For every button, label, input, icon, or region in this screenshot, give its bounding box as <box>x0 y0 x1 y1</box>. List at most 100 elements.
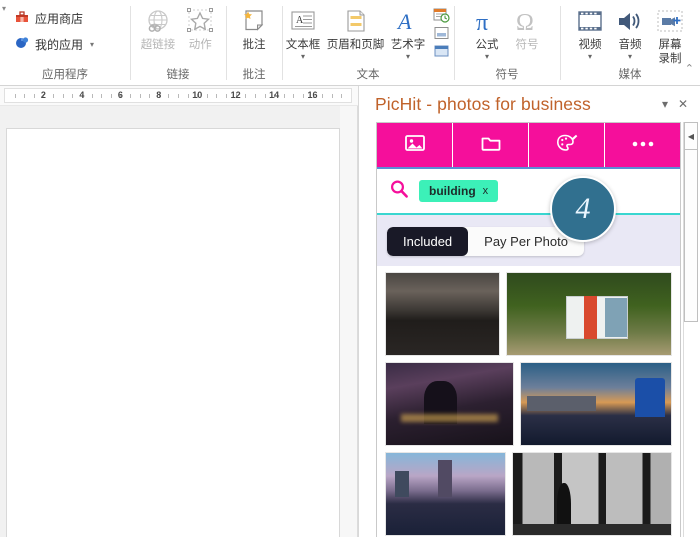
text-box-button[interactable]: A 文本框 ▾ <box>282 4 324 61</box>
audio-button[interactable]: 音频 ▾ <box>610 4 650 61</box>
svg-text:A: A <box>296 15 304 26</box>
photo-waterfront-sunset[interactable] <box>385 452 506 536</box>
video-label: 视频 <box>578 39 602 51</box>
palette-icon <box>555 132 579 159</box>
photos-tab[interactable] <box>377 123 453 167</box>
photo-city-skyline-night[interactable] <box>385 272 500 356</box>
comment-label: 批注 <box>242 39 266 51</box>
ribbon-group-comments-label: 批注 <box>242 69 266 81</box>
ribbon-group-symbols-label: 符号 <box>495 69 519 81</box>
folders-tab[interactable] <box>453 123 529 167</box>
collapse-ribbon-icon[interactable]: ⌃ <box>685 62 694 75</box>
equation-button[interactable]: π 公式 ▾ <box>467 4 507 61</box>
store-button[interactable]: 应用商店 <box>10 7 98 30</box>
word-art-caret-icon[interactable]: ▾ <box>406 53 410 61</box>
symbol-icon: Ω <box>512 6 542 38</box>
scrollbar-track[interactable] <box>684 150 698 537</box>
equation-caret-icon[interactable]: ▾ <box>485 53 489 61</box>
text-box-caret-icon[interactable]: ▾ <box>301 53 305 61</box>
svg-text:A: A <box>396 9 412 34</box>
screen-recording-icon <box>655 6 685 38</box>
ribbon-group-symbols-body: π 公式 ▾ Ω 符号 <box>454 0 560 66</box>
word-art-button[interactable]: A 艺术字 ▾ <box>387 4 429 61</box>
document-area[interactable] <box>0 106 358 537</box>
ribbon: ▾ 应用商店 我的应用 ▾ 应用程序 超链接 动作 链接 批注 批注 A 文本框… <box>0 0 700 86</box>
photo-person-overlooking-city[interactable] <box>385 362 515 446</box>
text-box-label: 文本框 <box>285 39 321 51</box>
action-label: 动作 <box>188 39 212 51</box>
search-chip-building[interactable]: building x <box>419 180 499 202</box>
search-icon[interactable] <box>389 179 409 204</box>
more-tab[interactable] <box>605 123 680 167</box>
slide-canvas[interactable] <box>6 128 340 537</box>
addin-scrollbar[interactable]: ◀ <box>683 122 698 537</box>
comment-button[interactable]: 批注 <box>234 4 274 52</box>
license-filter-group: Included Pay Per Photo <box>387 227 584 256</box>
store-label: 应用商店 <box>35 12 84 26</box>
ribbon-group-text-body: A 文本框 ▾ 页眉和页脚 A 艺术字 ▾ <box>282 0 454 66</box>
search-chip-remove-icon[interactable]: x <box>483 185 489 197</box>
horizontal-ruler[interactable]: 2 4 6 8 10 12 14 16 <box>0 86 358 106</box>
ribbon-group-text-label: 文本 <box>356 69 380 81</box>
slide-number-icon[interactable] <box>432 25 450 41</box>
document-gutter <box>340 106 357 537</box>
filter-included[interactable]: Included <box>387 227 469 256</box>
addin-tabbar <box>377 123 680 169</box>
header-footer-button[interactable]: 页眉和页脚 <box>324 4 387 52</box>
action-icon <box>185 6 215 38</box>
scroll-up-button[interactable]: ◀ <box>684 122 698 150</box>
ruler-tick <box>264 94 266 98</box>
effects-tab[interactable] <box>529 123 605 167</box>
screen-recording-label-line1: 屏幕 <box>658 39 682 51</box>
screen-recording-button[interactable]: 屏幕 录制 <box>650 4 690 66</box>
store-icon <box>14 9 30 28</box>
symbol-button[interactable]: Ω 符号 <box>507 4 547 52</box>
ruler-number: 10 <box>192 90 203 100</box>
word-art-label: 艺术字 <box>390 39 426 51</box>
scrollbar-thumb[interactable] <box>684 150 698 322</box>
ribbon-group-apps-label: 应用程序 <box>42 69 88 81</box>
action-button[interactable]: 动作 <box>180 4 220 52</box>
video-icon <box>575 6 605 38</box>
search-row: building x <box>377 169 680 215</box>
ruler-tick <box>341 94 343 98</box>
ruler-number: 16 <box>307 90 318 100</box>
photo-grid-row <box>385 452 672 536</box>
ruler-tick <box>62 94 64 98</box>
ruler-number: 4 <box>79 90 85 100</box>
ruler-tick <box>53 94 55 98</box>
ribbon-group-text: A 文本框 ▾ 页眉和页脚 A 艺术字 ▾ 文本 <box>282 0 454 86</box>
audio-label: 音频 <box>618 39 642 51</box>
symbol-label: 符号 <box>515 39 539 51</box>
audio-caret-icon[interactable]: ▾ <box>628 53 632 61</box>
video-button[interactable]: 视频 ▾ <box>570 4 610 61</box>
ruler-tick <box>331 94 333 98</box>
chevron-down-icon[interactable]: ▾ <box>656 95 674 113</box>
my-apps-caret-icon[interactable]: ▾ <box>90 40 94 49</box>
task-pane-header: PicHit - photos for business ▾ ✕ <box>359 86 700 122</box>
video-caret-icon[interactable]: ▾ <box>588 53 592 61</box>
date-time-icon[interactable] <box>432 7 450 23</box>
object-icon[interactable] <box>432 43 450 59</box>
my-apps-button[interactable]: 我的应用 ▾ <box>10 33 98 56</box>
equation-label: 公式 <box>475 39 499 51</box>
search-chip-label: building <box>429 184 476 198</box>
ribbon-group-links: 超链接 动作 链接 <box>130 0 226 86</box>
apps-stack: 应用商店 我的应用 ▾ <box>0 4 102 56</box>
screen-recording-label-line2: 录制 <box>658 53 682 65</box>
photo-window-silhouette-bw[interactable] <box>511 452 672 536</box>
app-window: ▾ 应用商店 我的应用 ▾ 应用程序 超链接 动作 链接 批注 批注 A 文本框… <box>0 0 700 537</box>
filter-band: Included Pay Per Photo <box>377 215 680 266</box>
ruler-tick <box>72 94 74 98</box>
ruler-number: 8 <box>156 90 162 100</box>
comment-icon <box>239 6 269 38</box>
close-icon[interactable]: ✕ <box>674 95 692 113</box>
task-pane: PicHit - photos for business ▾ ✕ buildin… <box>358 86 700 537</box>
ribbon-group-links-label: 链接 <box>166 69 190 81</box>
ribbon-group-media-label: 媒体 <box>618 69 642 81</box>
photo-cabin-in-forest[interactable] <box>505 272 672 356</box>
ruler-tick <box>302 94 304 98</box>
quick-access-caret-icon[interactable]: ▾ <box>2 4 6 13</box>
hyperlink-button[interactable]: 超链接 <box>136 4 181 52</box>
photo-riverfront-dusk[interactable] <box>520 362 672 446</box>
